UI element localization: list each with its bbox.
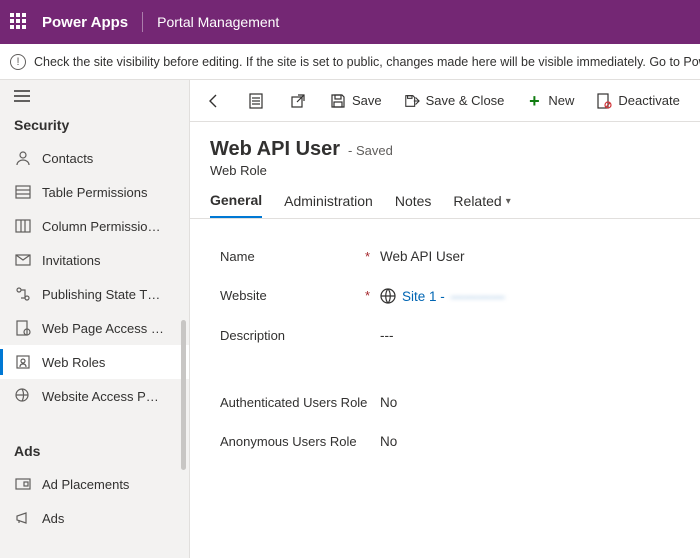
save-close-button[interactable]: Save & Close [394, 80, 515, 122]
new-label: New [548, 93, 574, 108]
tab-notes[interactable]: Notes [395, 192, 432, 218]
plus-icon: + [526, 93, 542, 109]
info-icon: ! [10, 54, 26, 70]
field-website[interactable]: Website * Site 1 - ———— [210, 276, 680, 316]
lookup-blurred: ———— [451, 289, 505, 304]
app-name: Portal Management [157, 14, 279, 30]
field-label: Name [220, 249, 255, 264]
brand-name: Power Apps [42, 14, 128, 31]
person-icon [14, 149, 32, 167]
form-body: Name * Web API User Website * Site 1 - —… [190, 219, 700, 479]
show-chart-button[interactable] [236, 80, 276, 122]
field-value: No [380, 395, 397, 410]
back-arrow-icon [206, 93, 222, 109]
record-header: Web API User - Saved Web Role [190, 122, 700, 178]
placement-icon [14, 475, 32, 493]
sidebar-item-invitations[interactable]: Invitations [0, 243, 189, 277]
save-icon [330, 93, 346, 109]
required-indicator: * [365, 288, 380, 303]
sidebar-item-label: Column Permissio… [42, 219, 160, 234]
app-header: Power Apps Portal Management [0, 0, 700, 44]
record-entity: Web Role [210, 163, 680, 178]
save-button[interactable]: Save [320, 80, 392, 122]
sidebar-item-column-permissions[interactable]: Column Permissio… [0, 209, 189, 243]
command-bar: Save Save & Close + New Deactivate [190, 80, 700, 122]
save-close-icon [404, 93, 420, 109]
sidebar-item-label: Ad Placements [42, 477, 129, 492]
form-tabs: General Administration Notes Related▾ [190, 178, 700, 219]
record-title: Web API User [210, 138, 340, 161]
deactivate-icon [596, 93, 612, 109]
megaphone-icon [14, 509, 32, 527]
field-anonymous-users-role[interactable]: Anonymous Users Role No [210, 422, 680, 461]
save-close-label: Save & Close [426, 93, 505, 108]
field-label: Website [220, 288, 267, 303]
sidebar-item-label: Web Roles [42, 355, 105, 370]
sidebar-item-contacts[interactable]: Contacts [0, 141, 189, 175]
chevron-down-icon: ▾ [506, 196, 511, 207]
sidebar-section-security: Security [0, 113, 189, 141]
field-value: No [380, 434, 397, 449]
sidebar-item-label: Table Permissions [42, 185, 148, 200]
field-value: --- [380, 328, 394, 343]
sidebar-item-label: Contacts [42, 151, 93, 166]
sidebar: Security Contacts Table Permissions Colu… [0, 80, 190, 558]
field-description[interactable]: Description --- [210, 316, 680, 355]
role-icon [14, 353, 32, 371]
globe-icon [380, 288, 396, 304]
sidebar-item-label: Web Page Access … [42, 321, 164, 336]
sidebar-item-label: Ads [42, 511, 64, 526]
notification-text: Check the site visibility before editing… [34, 55, 700, 69]
sidebar-item-web-page-access[interactable]: Web Page Access … [0, 311, 189, 345]
deactivate-label: Deactivate [618, 93, 679, 108]
tab-general[interactable]: General [210, 192, 262, 218]
open-new-window-button[interactable] [278, 80, 318, 122]
page-lock-icon [14, 319, 32, 337]
field-name[interactable]: Name * Web API User [210, 237, 680, 276]
more-commands-button[interactable] [692, 80, 700, 122]
field-label: Anonymous Users Role [220, 434, 357, 449]
tab-administration[interactable]: Administration [284, 192, 373, 218]
sidebar-section-ads: Ads [0, 439, 189, 467]
main-area: Save Save & Close + New Deactivate Web A… [190, 80, 700, 558]
notification-bar: ! Check the site visibility before editi… [0, 44, 700, 80]
sidebar-item-ads[interactable]: Ads [0, 501, 189, 535]
divider [142, 12, 143, 32]
sidebar-item-publishing-state[interactable]: Publishing State T… [0, 277, 189, 311]
tab-related[interactable]: Related▾ [453, 192, 510, 218]
back-button[interactable] [194, 80, 234, 122]
deactivate-button[interactable]: Deactivate [586, 80, 689, 122]
field-label: Description [220, 328, 285, 343]
save-label: Save [352, 93, 382, 108]
sidebar-toggle[interactable] [0, 80, 189, 113]
record-status: - Saved [348, 143, 393, 158]
field-label: Authenticated Users Role [220, 395, 367, 410]
page-icon [248, 93, 264, 109]
field-authenticated-users-role[interactable]: Authenticated Users Role No [210, 383, 680, 422]
field-value: Web API User [380, 249, 465, 264]
flow-icon [14, 285, 32, 303]
sidebar-item-table-permissions[interactable]: Table Permissions [0, 175, 189, 209]
mail-icon [14, 251, 32, 269]
sidebar-item-label: Website Access P… [42, 389, 159, 404]
sidebar-item-label: Publishing State T… [42, 287, 160, 302]
sidebar-item-website-access[interactable]: Website Access P… [0, 379, 189, 413]
required-indicator: * [365, 249, 380, 264]
open-icon [290, 93, 306, 109]
lookup-value[interactable]: Site 1 - [402, 289, 445, 304]
columns-icon [14, 217, 32, 235]
sidebar-item-ad-placements[interactable]: Ad Placements [0, 467, 189, 501]
sidebar-item-web-roles[interactable]: Web Roles [0, 345, 189, 379]
sidebar-item-label: Invitations [42, 253, 101, 268]
globe-lock-icon [14, 387, 32, 405]
new-button[interactable]: + New [516, 80, 584, 122]
sidebar-scrollbar[interactable] [181, 320, 186, 470]
table-icon [14, 183, 32, 201]
app-launcher-icon[interactable] [10, 13, 28, 31]
